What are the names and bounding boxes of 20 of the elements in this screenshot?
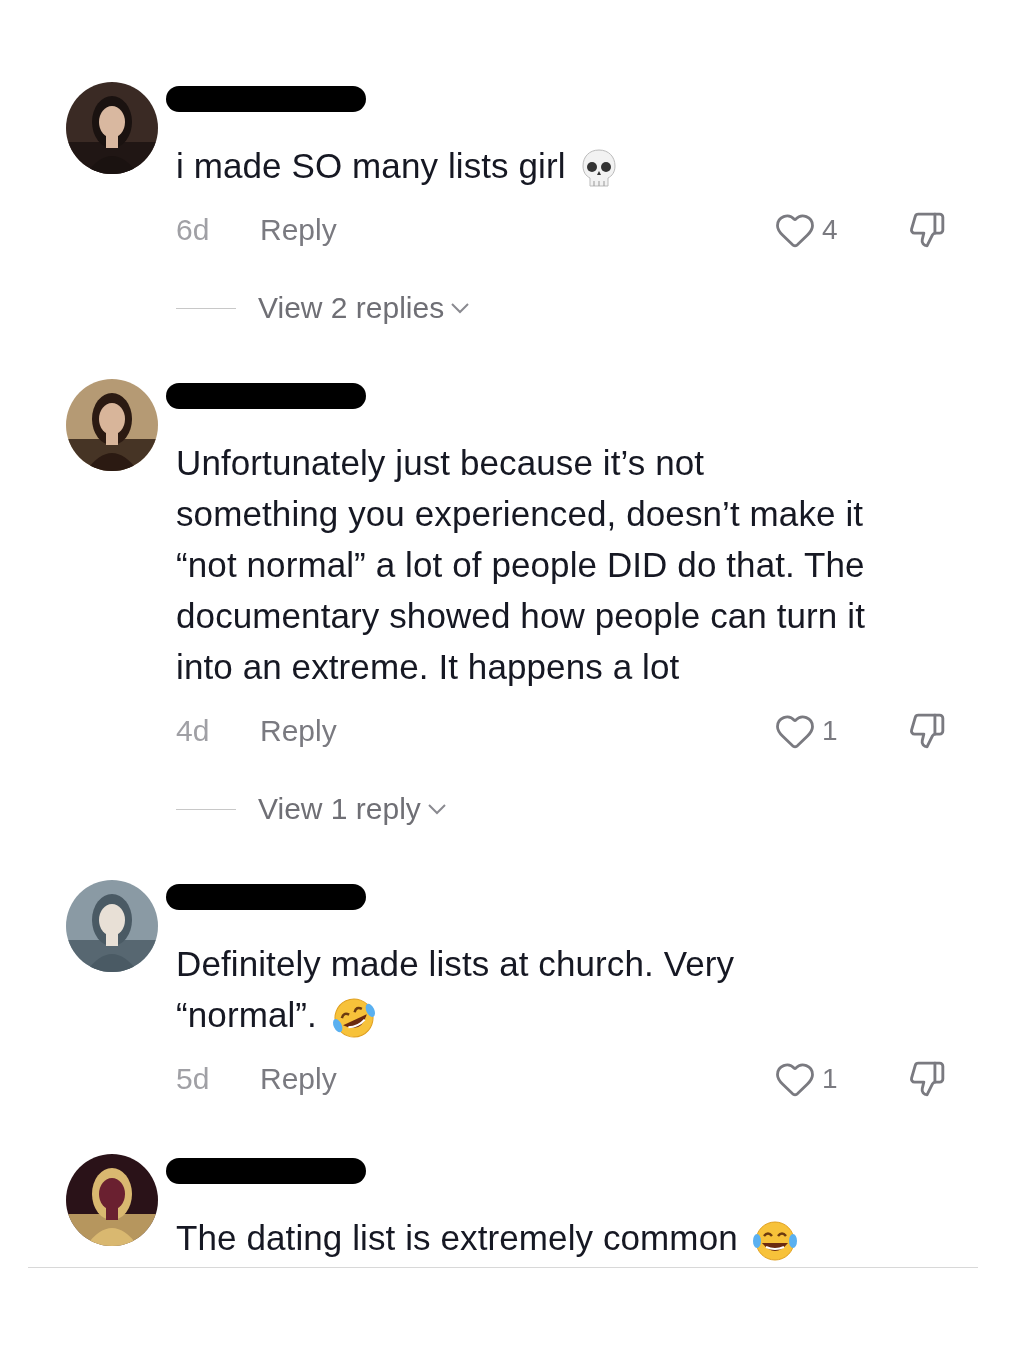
chevron-down-icon <box>450 302 471 314</box>
dislike-icon[interactable] <box>908 211 946 249</box>
reply-button[interactable]: Reply <box>260 714 337 748</box>
chevron-down-icon <box>426 803 447 815</box>
comment-text: The dating list is extremely common <box>176 1212 866 1263</box>
view-replies-button[interactable]: View 1 reply <box>258 792 447 826</box>
dislike-icon[interactable] <box>908 1060 946 1098</box>
comment-text: i made SO many lists girl <box>176 140 866 191</box>
reply-button[interactable]: Reply <box>260 1062 337 1096</box>
comment-text: Unfortunately just because it’s not something you experienced, doesn’t make it “not normal” a lot of people DID do that. The documentary showed how people can turn it into an extreme. It happens a lot <box>176 442 866 688</box>
like-count: 1 <box>822 715 838 747</box>
like-count: 1 <box>822 1063 838 1095</box>
view-replies-button[interactable]: View 2 replies <box>258 291 471 325</box>
reply-button[interactable]: Reply <box>260 213 337 247</box>
timestamp: 5d <box>176 1062 211 1096</box>
like-count: 4 <box>822 214 838 246</box>
timestamp: 6d <box>176 213 211 247</box>
comment-text: Definitely made lists at church. Very “normal”. <box>176 938 866 1040</box>
timestamp: 4d <box>176 714 211 748</box>
dislike-icon[interactable] <box>908 712 946 750</box>
